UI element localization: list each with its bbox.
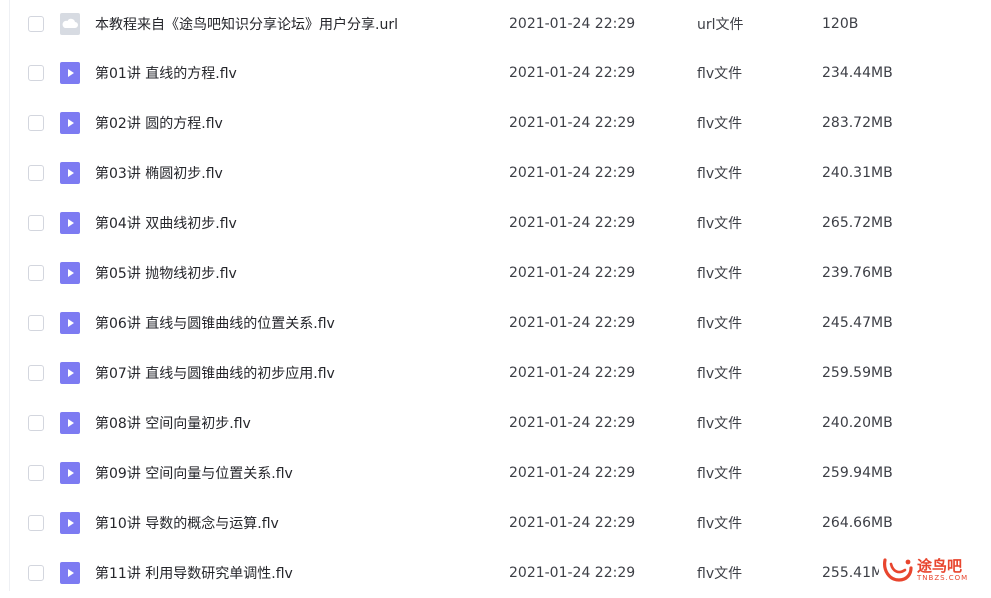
file-size: 245.47MB (822, 315, 893, 331)
video-file-icon (60, 312, 80, 334)
file-type: flv文件 (697, 366, 743, 382)
video-file-icon (60, 562, 80, 584)
file-row[interactable]: 本教程来自《途鸟吧知识分享论坛》用户分享.url 2021-01-24 22:29… (0, 0, 991, 48)
video-file-icon (60, 212, 80, 234)
file-name[interactable]: 第11讲 利用导数研究单调性.flv (95, 563, 293, 583)
watermark-subtext: TNBZS.COM (917, 574, 969, 582)
row-checkbox[interactable] (28, 315, 44, 331)
url-file-icon (60, 13, 80, 35)
file-type: flv文件 (697, 316, 743, 332)
video-file-icon (60, 462, 80, 484)
row-checkbox[interactable] (28, 165, 44, 181)
video-file-icon (60, 162, 80, 184)
file-date: 2021-01-24 22:29 (509, 415, 636, 431)
file-name[interactable]: 第06讲 直线与圆锥曲线的位置关系.flv (95, 313, 335, 333)
file-date: 2021-01-24 22:29 (509, 315, 636, 331)
row-checkbox[interactable] (28, 215, 44, 231)
file-type: flv文件 (697, 416, 743, 432)
file-row[interactable]: 第01讲 直线的方程.flv 2021-01-24 22:29 flv文件 234.4… (0, 48, 991, 98)
file-row[interactable]: 第05讲 抛物线初步.flv 2021-01-24 22:29 flv文件 239.7… (0, 248, 991, 298)
row-checkbox[interactable] (28, 465, 44, 481)
video-file-icon (60, 62, 80, 84)
file-date: 2021-01-24 22:29 (509, 365, 636, 381)
file-row[interactable]: 第07讲 直线与圆锥曲线的初步应用.flv 2021-01-24 22:29 flv… (0, 348, 991, 398)
file-type: flv文件 (697, 266, 743, 282)
bird-logo-icon (883, 558, 913, 582)
video-file-icon (60, 512, 80, 534)
row-checkbox[interactable] (28, 415, 44, 431)
file-size: 283.72MB (822, 115, 893, 131)
file-row[interactable]: 第03讲 椭圆初步.flv 2021-01-24 22:29 flv文件 240.31… (0, 148, 991, 198)
file-name[interactable]: 第04讲 双曲线初步.flv (95, 213, 237, 233)
file-row[interactable]: 第02讲 圆的方程.flv 2021-01-24 22:29 flv文件 283.72… (0, 98, 991, 148)
file-name[interactable]: 第05讲 抛物线初步.flv (95, 263, 237, 283)
file-date: 2021-01-24 22:29 (509, 565, 636, 581)
file-name[interactable]: 第02讲 圆的方程.flv (95, 113, 223, 133)
file-row[interactable]: 第08讲 空间向量初步.flv 2021-01-24 22:29 flv文件 240.… (0, 398, 991, 448)
file-date: 2021-01-24 22:29 (509, 215, 636, 231)
file-name[interactable]: 第10讲 导数的概念与运算.flv (95, 513, 279, 533)
file-type: flv文件 (697, 66, 743, 82)
file-date: 2021-01-24 22:29 (509, 515, 636, 531)
row-checkbox[interactable] (28, 115, 44, 131)
file-type: flv文件 (697, 216, 743, 232)
row-checkbox[interactable] (28, 16, 44, 32)
file-type: flv文件 (697, 116, 743, 132)
file-date: 2021-01-24 22:29 (509, 465, 636, 481)
file-date: 2021-01-24 22:29 (509, 65, 636, 81)
video-file-icon (60, 112, 80, 134)
video-file-icon (60, 412, 80, 434)
file-size: 264.66MB (822, 515, 893, 531)
row-checkbox[interactable] (28, 365, 44, 381)
file-name[interactable]: 第09讲 空间向量与位置关系.flv (95, 463, 293, 483)
file-date: 2021-01-24 22:29 (509, 115, 636, 131)
file-date: 2021-01-24 22:29 (509, 16, 636, 32)
file-size: 120B (822, 16, 859, 32)
file-type: flv文件 (697, 166, 743, 182)
file-size: 239.76MB (822, 265, 893, 281)
file-type: url文件 (697, 17, 744, 33)
file-row[interactable]: 第09讲 空间向量与位置关系.flv 2021-01-24 22:29 flv文件 2… (0, 448, 991, 498)
file-type: flv文件 (697, 516, 743, 532)
file-row[interactable]: 第10讲 导数的概念与运算.flv 2021-01-24 22:29 flv文件 26… (0, 498, 991, 548)
file-name[interactable]: 第08讲 空间向量初步.flv (95, 413, 251, 433)
file-size: 259.94MB (822, 465, 893, 481)
file-name[interactable]: 第01讲 直线的方程.flv (95, 63, 237, 83)
video-file-icon (60, 362, 80, 384)
file-date: 2021-01-24 22:29 (509, 265, 636, 281)
file-list: 本教程来自《途鸟吧知识分享论坛》用户分享.url 2021-01-24 22:29… (0, 0, 991, 598)
watermark-logo: 途鸟吧 TNBZS.COM (879, 553, 983, 587)
file-row[interactable]: 第04讲 双曲线初步.flv 2021-01-24 22:29 flv文件 265.7… (0, 198, 991, 248)
watermark-text: 途鸟吧 (917, 557, 963, 575)
row-checkbox[interactable] (28, 515, 44, 531)
row-checkbox[interactable] (28, 565, 44, 581)
file-size: 240.31MB (822, 165, 893, 181)
row-checkbox[interactable] (28, 65, 44, 81)
file-row[interactable]: 第06讲 直线与圆锥曲线的位置关系.flv 2021-01-24 22:29 flv… (0, 298, 991, 348)
file-type: flv文件 (697, 566, 743, 582)
row-checkbox[interactable] (28, 265, 44, 281)
file-name[interactable]: 本教程来自《途鸟吧知识分享论坛》用户分享.url (95, 14, 398, 34)
file-size: 234.44MB (822, 65, 893, 81)
file-name[interactable]: 第07讲 直线与圆锥曲线的初步应用.flv (95, 363, 335, 383)
file-size: 265.72MB (822, 215, 893, 231)
file-size: 259.59MB (822, 365, 893, 381)
file-type: flv文件 (697, 466, 743, 482)
file-name[interactable]: 第03讲 椭圆初步.flv (95, 163, 223, 183)
file-date: 2021-01-24 22:29 (509, 165, 636, 181)
video-file-icon (60, 262, 80, 284)
file-size: 240.20MB (822, 415, 893, 431)
